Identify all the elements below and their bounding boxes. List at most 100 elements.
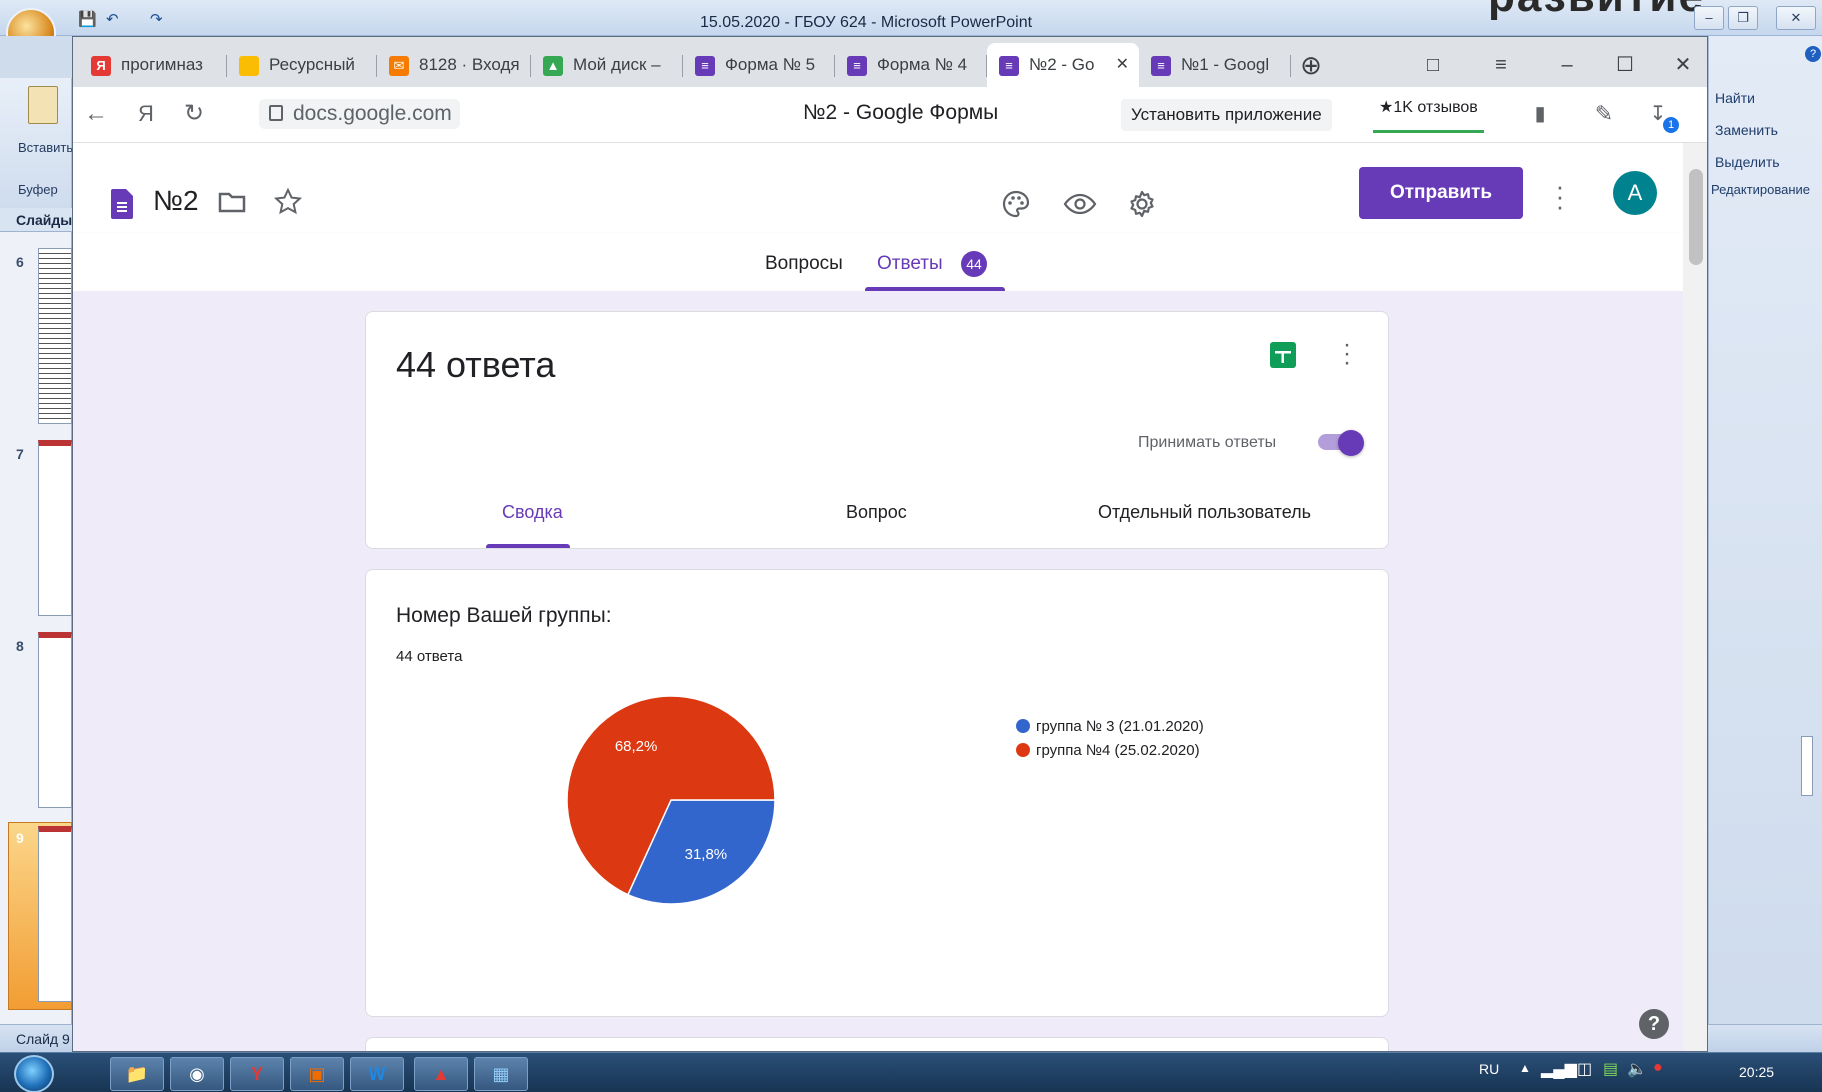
star-icon[interactable] xyxy=(273,187,303,217)
tray-expand-icon[interactable]: ▲ xyxy=(1519,1061,1531,1075)
tab-favicon-icon: ✉ xyxy=(389,55,409,76)
explorer-taskbar-icon[interactable]: 📁 xyxy=(110,1057,164,1091)
palette-icon[interactable] xyxy=(1001,189,1031,219)
powerpoint-taskbar-icon[interactable]: ▦ xyxy=(474,1057,528,1091)
question-response-count: 44 ответа xyxy=(396,648,463,665)
device-icon[interactable]: ◫ xyxy=(1577,1059,1592,1079)
legend-swatch xyxy=(1016,743,1030,757)
tab-answers[interactable]: Ответы xyxy=(877,253,943,275)
slides-tab-label: Слайды xyxy=(16,212,73,228)
slide-heading-fragment: развитие xyxy=(1488,0,1705,22)
preview-eye-icon[interactable] xyxy=(1063,189,1097,219)
volume-icon[interactable]: 🔈 xyxy=(1627,1059,1647,1079)
responses-summary-card: 44 ответа · · · Принимать ответы Сводка Во… xyxy=(365,311,1389,549)
ppt-close-button[interactable]: ✕ xyxy=(1776,6,1816,30)
tab-strip: Япрогимназ Ресурсный ✉ 8128 · Входя ▲ Мой дис… xyxy=(73,37,1707,87)
browser-tab[interactable]: Япрогимназ xyxy=(79,43,227,87)
redo-icon[interactable]: ↷ xyxy=(150,10,163,30)
subtab-question[interactable]: Вопрос xyxy=(846,502,907,523)
bookmarks-bar-icon[interactable]: □ xyxy=(1413,45,1453,85)
reload-icon[interactable]: ↻ xyxy=(177,97,211,131)
network-icon[interactable]: ▂▄▆ xyxy=(1541,1059,1577,1079)
slide-thumbnail[interactable] xyxy=(38,440,72,616)
browser-tab[interactable]: ≡ Форма № 4 xyxy=(835,43,987,87)
slide-thumbnail[interactable] xyxy=(38,248,72,424)
close-tab-icon[interactable]: ✕ xyxy=(1116,43,1129,87)
forms-logo-icon[interactable] xyxy=(111,189,133,219)
tab-label: прогимназ xyxy=(121,55,203,74)
app-taskbar-icon[interactable]: ▣ xyxy=(290,1057,344,1091)
ppt-restore-button[interactable]: ❐ xyxy=(1728,6,1758,30)
language-indicator[interactable]: RU xyxy=(1479,1061,1499,1077)
folder-icon[interactable] xyxy=(217,187,247,217)
help-icon[interactable]: ? xyxy=(1805,46,1821,62)
slides-tab[interactable]: Слайды xyxy=(0,208,72,232)
ppt-minimize-button[interactable]: – xyxy=(1694,6,1724,30)
send-button[interactable]: Отправить xyxy=(1359,167,1523,219)
paste-button[interactable]: Вставить xyxy=(18,140,73,155)
close-button[interactable]: ✕ xyxy=(1663,45,1703,85)
legend-item[interactable]: группа № 3 (21.01.2020) xyxy=(1016,714,1204,738)
reviews-button[interactable]: ★1K отзывов xyxy=(1373,97,1484,133)
bookmark-icon[interactable]: ▮ xyxy=(1523,97,1557,131)
new-tab-button[interactable]: ⊕ xyxy=(1291,45,1331,85)
menu-icon[interactable]: ≡ xyxy=(1481,45,1521,85)
browser-tab[interactable]: ✉ 8128 · Входя xyxy=(377,43,531,87)
acrobat-taskbar-icon[interactable]: ▲ xyxy=(414,1057,468,1091)
browser-tab[interactable]: Ресурсный xyxy=(227,43,377,87)
browser-tab[interactable]: ≡ №2 - Go ✕ xyxy=(987,43,1139,87)
save-icon[interactable]: 💾 xyxy=(78,10,97,30)
select-button[interactable]: Выделить xyxy=(1715,154,1780,170)
more-vert-icon[interactable]: · · · xyxy=(1342,333,1352,375)
sheets-tray-icon[interactable]: ▤ xyxy=(1603,1059,1618,1079)
extension-icon[interactable]: ✎ xyxy=(1587,97,1621,131)
legend-swatch xyxy=(1016,719,1030,733)
scrollbar-thumb[interactable] xyxy=(1689,169,1703,265)
powerpoint-window-title: 15.05.2020 - ГБОУ 624 - Microsoft PowerP… xyxy=(700,14,1033,31)
url-field[interactable]: docs.google.com xyxy=(259,99,460,129)
minimize-button[interactable]: – xyxy=(1547,45,1587,85)
subtab-individual[interactable]: Отдельный пользователь xyxy=(1098,502,1311,523)
ribbon-editing-group: ? Найти Заменить Выделить Редактирование… xyxy=(1708,36,1822,1052)
browser-tab[interactable]: ≡ №1 - Googl xyxy=(1139,43,1291,87)
tab-questions[interactable]: Вопросы xyxy=(765,253,843,275)
word-taskbar-icon[interactable]: W xyxy=(350,1057,404,1091)
clock[interactable]: 20:25 xyxy=(1739,1064,1774,1080)
back-icon[interactable]: ← xyxy=(79,97,113,131)
find-button[interactable]: Найти xyxy=(1715,90,1755,106)
tab-label: №1 - Googl xyxy=(1181,55,1270,74)
avatar[interactable]: A xyxy=(1613,171,1657,215)
tab-label: Ресурсный xyxy=(269,55,355,74)
sheets-link-icon[interactable] xyxy=(1270,342,1296,368)
install-app-button[interactable]: Установить приложение xyxy=(1121,99,1332,131)
yandex-home-icon[interactable]: Я xyxy=(129,97,163,131)
start-button-icon[interactable] xyxy=(14,1055,54,1092)
replace-button[interactable]: Заменить xyxy=(1715,122,1778,138)
undo-icon[interactable]: ↶ xyxy=(106,10,119,30)
more-vert-icon[interactable]: · · · xyxy=(1555,173,1565,219)
accept-responses-toggle[interactable] xyxy=(1318,430,1364,456)
antivirus-icon[interactable]: ● xyxy=(1653,1059,1663,1077)
slide-number: 8 xyxy=(16,638,24,654)
tab-label: Форма № 5 xyxy=(725,55,816,74)
legend-item[interactable]: группа №4 (25.02.2020) xyxy=(1016,738,1204,762)
downloads-badge: 1 xyxy=(1663,117,1679,133)
slide-thumbnail[interactable] xyxy=(38,632,72,808)
maximize-button[interactable]: ☐ xyxy=(1605,45,1645,85)
help-icon[interactable]: ? xyxy=(1639,1009,1669,1039)
settings-gear-icon[interactable] xyxy=(1127,189,1157,219)
page-scrollbar[interactable] xyxy=(1683,143,1707,1051)
ppt-scroll-thumb[interactable] xyxy=(1801,736,1813,796)
yandex-taskbar-icon[interactable]: Y xyxy=(230,1057,284,1091)
browser-tab[interactable]: ≡ Форма № 5 xyxy=(683,43,835,87)
chrome-window: Япрогимназ Ресурсный ✉ 8128 · Входя ▲ Мой дис… xyxy=(72,36,1708,1052)
tab-label: Мой диск – xyxy=(573,55,661,74)
browser-tab[interactable]: ▲ Мой диск – xyxy=(531,43,683,87)
editing-group-label: Редактирование xyxy=(1711,182,1811,197)
tab-favicon-icon: ▲ xyxy=(543,55,563,76)
paste-icon[interactable] xyxy=(28,86,58,124)
slide-thumbnail[interactable] xyxy=(38,826,72,1002)
subtab-summary[interactable]: Сводка xyxy=(502,502,563,523)
chrome-taskbar-icon[interactable]: ◉ xyxy=(170,1057,224,1091)
form-title[interactable]: №2 xyxy=(153,185,199,217)
